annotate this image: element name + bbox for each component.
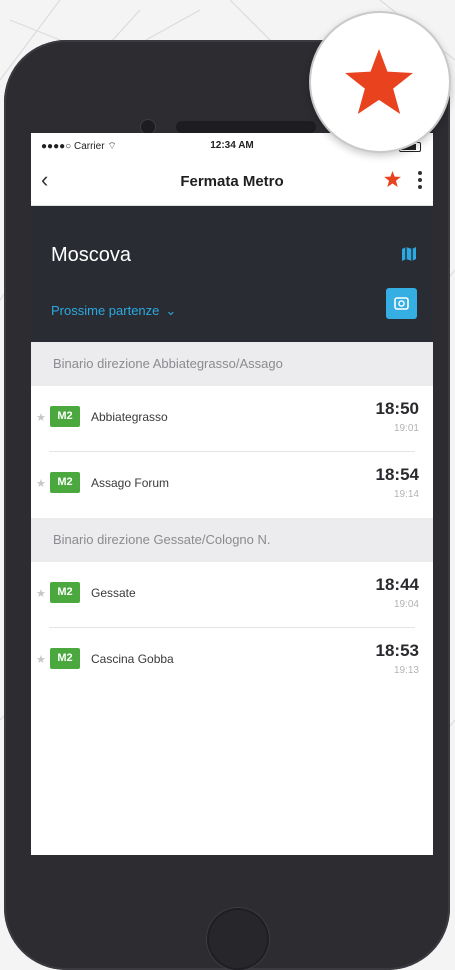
map-icon[interactable] bbox=[401, 246, 417, 267]
star-icon bbox=[345, 49, 413, 114]
more-options-icon[interactable] bbox=[417, 171, 423, 191]
line-badge: M2 bbox=[50, 582, 80, 603]
line-badge: M2 bbox=[50, 472, 80, 493]
phone-camera bbox=[141, 120, 155, 134]
star-icon[interactable]: ★ bbox=[36, 477, 46, 490]
departure-row[interactable]: ★ M2 Cascina Gobba 18:53 19:13 bbox=[31, 628, 433, 694]
next-departure-time: 19:01 bbox=[393, 423, 419, 434]
destination-label: Assago Forum bbox=[91, 476, 170, 490]
destination-label: Abbiategrasso bbox=[91, 410, 168, 424]
home-button[interactable] bbox=[207, 908, 269, 970]
departure-time: 18:53 bbox=[375, 641, 419, 660]
camera-button[interactable] bbox=[386, 288, 417, 319]
destination-label: Cascina Gobba bbox=[91, 652, 174, 666]
navigation-bar: ‹ Fermata Metro bbox=[31, 159, 433, 206]
station-name: Moscova bbox=[51, 244, 132, 266]
camera-icon bbox=[394, 297, 409, 310]
departure-row[interactable]: ★ M2 Assago Forum 18:54 19:14 bbox=[31, 452, 433, 518]
back-icon[interactable]: ‹ bbox=[41, 167, 48, 193]
page-title: Fermata Metro bbox=[180, 173, 284, 190]
departure-row[interactable]: ★ M2 Gessate 18:44 19:04 bbox=[31, 562, 433, 628]
section-header: Binario direzione Abbiategrasso/Assago bbox=[31, 342, 433, 386]
departures-label: Prossime partenze bbox=[51, 303, 160, 318]
app-screen: ●●●●○ Carrier ⌔ 12:34 AM ‹ Fermata Metro… bbox=[31, 133, 433, 855]
next-departure-time: 19:13 bbox=[393, 665, 419, 676]
phone-speaker bbox=[176, 121, 316, 133]
favorite-star-icon[interactable] bbox=[384, 171, 401, 192]
star-icon[interactable]: ★ bbox=[36, 587, 46, 600]
star-icon[interactable]: ★ bbox=[36, 653, 46, 666]
line-badge: M2 bbox=[50, 406, 80, 427]
chevron-down-icon: ⌄ bbox=[165, 303, 177, 318]
departure-time: 18:54 bbox=[375, 465, 419, 484]
section-header: Binario direzione Gessate/Cologno N. bbox=[31, 518, 433, 562]
next-departure-time: 19:04 bbox=[393, 599, 419, 610]
star-icon[interactable]: ★ bbox=[36, 411, 46, 424]
line-badge: M2 bbox=[50, 648, 80, 669]
departure-time: 18:44 bbox=[375, 575, 419, 594]
favorite-callout bbox=[309, 11, 451, 153]
next-departure-time: 19:14 bbox=[393, 489, 419, 500]
departure-time: 18:50 bbox=[375, 399, 419, 418]
departures-dropdown[interactable]: Prossime partenze ⌄ bbox=[51, 303, 176, 319]
destination-label: Gessate bbox=[91, 586, 136, 600]
departure-row[interactable]: ★ M2 Abbiategrasso 18:50 19:01 bbox=[31, 386, 433, 452]
station-header: Moscova Prossime partenze ⌄ bbox=[31, 206, 433, 342]
